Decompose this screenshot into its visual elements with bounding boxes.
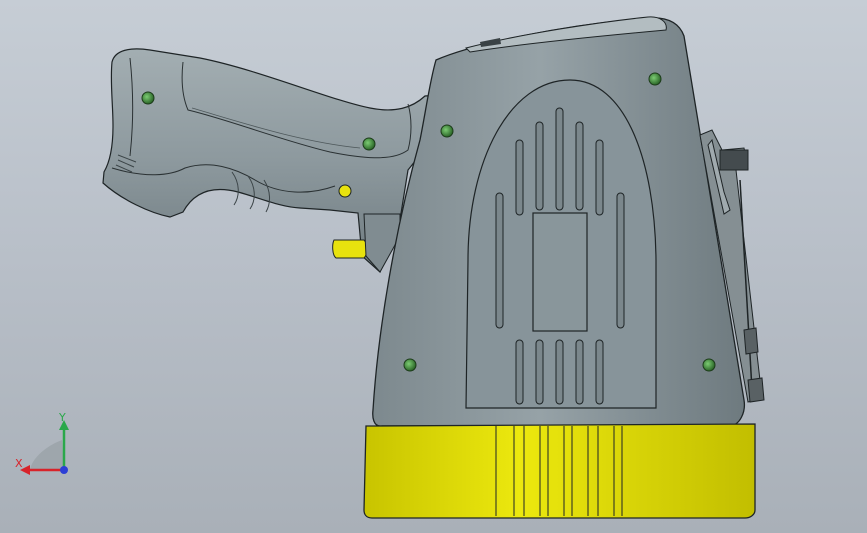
graphics-viewport[interactable]: Y X	[0, 0, 867, 533]
x-axis-label: X	[15, 457, 23, 470]
indicator-button[interactable]	[338, 184, 352, 198]
trigger-switch[interactable]	[332, 239, 368, 259]
triad-plane-icon	[30, 440, 64, 470]
screw	[702, 358, 716, 372]
screw	[362, 137, 376, 151]
screw	[141, 91, 155, 105]
lamp-base-ring[interactable]	[363, 423, 756, 519]
label-plate	[532, 212, 588, 332]
z-axis-dot	[60, 466, 68, 474]
coordinate-triad: Y X	[12, 410, 82, 480]
screw	[440, 124, 454, 138]
lamp-model[interactable]	[0, 0, 867, 533]
screw	[648, 72, 662, 86]
screw	[403, 358, 417, 372]
y-axis-label: Y	[59, 411, 66, 424]
